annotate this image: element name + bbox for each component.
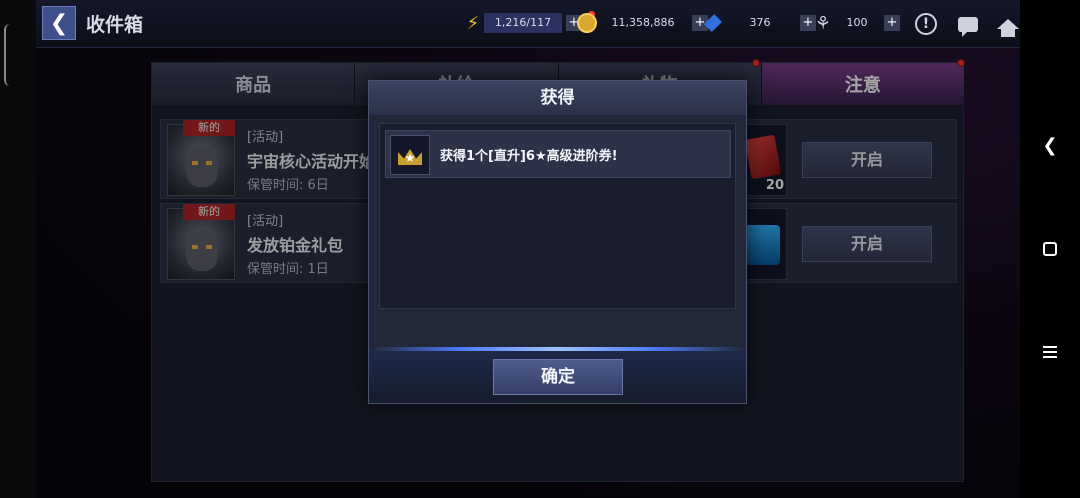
fire-value: 100 [846,16,868,29]
crystal-value: 376 [749,16,771,29]
info-icon: ! [915,13,937,35]
back-button[interactable]: ❮ [42,6,76,40]
top-bar: ❮ 收件箱 ⚡ 1,216/117 + 11,358,886 + 376 + ⚘… [36,0,1020,48]
dialog-body: 获得1个[直升]6★高级进阶券! [379,123,736,309]
system-menu-icon[interactable] [1043,346,1057,358]
reward-dialog: 获得 获得1个[直升]6★高级进阶券! 确定 [368,80,747,404]
left-edge [0,0,36,498]
home-button[interactable] [994,10,1020,38]
page-title: 收件箱 [86,14,144,36]
system-back-icon[interactable]: ❮ [1042,136,1058,156]
back-arrow-icon: ❮ [49,10,69,36]
energy-resource: ⚡ 1,216/117 + [462,11,595,34]
reward-row: 获得1个[直升]6★高级进阶券! [385,130,731,178]
chat-button[interactable] [954,10,982,38]
add-fire-button[interactable]: + [884,15,900,31]
edge-curve [4,24,10,86]
system-home-icon[interactable] [1043,242,1057,256]
notice-button[interactable]: ! [912,10,940,38]
dialog-footer: 确定 [369,351,746,403]
lightning-icon: ⚡ [466,12,480,34]
confirm-button[interactable]: 确定 [493,359,623,395]
energy-value: 1,216/117 [484,13,562,33]
gold-resource: 11,358,886 + [576,12,708,34]
home-icon [997,19,1019,37]
gold-value: 11,358,886 [611,16,675,29]
game-screen: ❮ 收件箱 ⚡ 1,216/117 + 11,358,886 + 376 + ⚘… [36,0,1020,498]
crown-ticket-icon [390,135,430,175]
crystal-icon [702,11,724,35]
dialog-title: 获得 [369,81,746,115]
fire-resource: ⚘ 100 + [812,12,900,34]
chat-icon [958,16,978,37]
crystal-resource: 376 + [702,12,816,34]
system-nav-bar: ❮ [1020,0,1080,498]
coin-icon [576,11,598,35]
reward-text: 获得1个[直升]6★高级进阶券! [440,149,618,164]
flame-icon: ⚘ [814,12,832,34]
